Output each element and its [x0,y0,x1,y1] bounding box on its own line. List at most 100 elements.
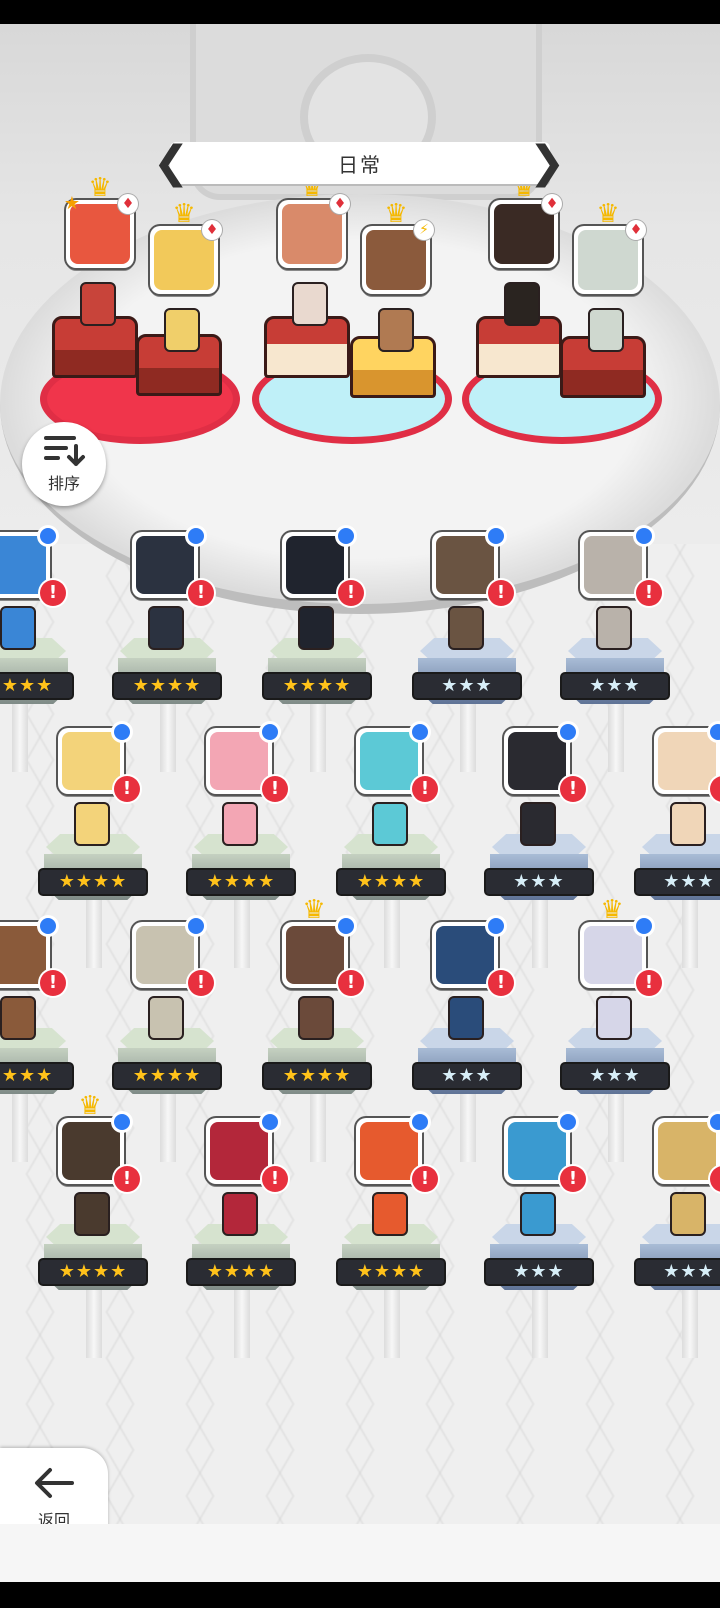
crown-icon: ♛ [596,199,620,229]
featured-hero-card[interactable]: ♛ ♦ [490,175,562,268]
featured-hero-card[interactable]: ♛ ♦ [574,201,646,294]
diamond-icon: ♦ [626,220,646,240]
stand-pole [532,1288,548,1358]
hero-slot[interactable]: ★★★★ ! [188,1114,298,1358]
hero-card[interactable]: ! [58,724,140,802]
hero-portrait [62,1122,120,1180]
prev-category-button[interactable]: ❮ [153,136,190,190]
hero-card[interactable]: ♛ ! [58,1093,140,1192]
hero-slot[interactable]: ★★★ ! [636,1114,720,1358]
hero-sprite [596,606,632,650]
hero-card[interactable]: ! [654,724,720,802]
diamond-icon: ♦ [202,220,222,240]
hero-slot[interactable]: ★★★ ♛ ! [562,897,672,1162]
featured-hero-card[interactable]: ♛ ♦ [278,175,350,268]
featured-hero-card[interactable]: ♛ ⚡ [362,201,434,294]
star-rating: ★★★★ [114,674,220,698]
hero-card[interactable]: ! [654,1114,720,1192]
hero-slot[interactable]: ★★★ ! [636,724,720,968]
star-rating: ★★★ [414,1064,520,1088]
hero-card[interactable]: ! [132,918,214,996]
star-rating: ★★★★ [188,870,294,894]
alert-icon: ! [338,970,364,996]
hero-portrait [658,1122,716,1180]
featured-hero-card[interactable]: ♛ ♦ [150,201,222,294]
hero-card[interactable]: ! [206,724,288,802]
new-indicator-dot [40,528,56,544]
hero-slot[interactable]: ★★★★ ! [40,724,150,968]
hero-card[interactable]: ! [504,1114,586,1192]
hero-slot[interactable]: ★★★★ ! [338,724,448,968]
hero-slot[interactable]: ★★★★ ! [114,528,224,772]
hero-card[interactable]: ! [132,528,214,606]
hero-sprite [298,996,334,1040]
next-category-button[interactable]: ❯ [529,136,566,190]
crown-icon: ♛ [78,1091,102,1121]
hero-portrait [494,204,554,264]
hero-sprite [670,1192,706,1236]
alert-icon: ! [560,1166,586,1192]
alert-icon: ! [188,580,214,606]
stand-pole [608,1092,624,1162]
alert-icon: ! [488,580,514,606]
featured-sprite-1 [80,282,116,326]
star-rating: ★★★★ [264,1064,370,1088]
status-bar [0,0,720,24]
star-rating: ★★★ [636,1260,720,1284]
stand-pole [384,898,400,968]
crown-icon: ♛ [172,199,196,229]
hero-sprite [222,1192,258,1236]
hero-portrait [286,926,344,984]
alert-icon: ! [412,1166,438,1192]
hero-slot[interactable]: ★★★ ! [562,528,672,772]
star-icon: ★ [63,193,81,214]
hero-sprite [0,606,36,650]
featured-sprite-3 [292,282,328,326]
hero-slot[interactable]: ★★★★ ! [0,918,76,1162]
hero-slot[interactable]: ★★★★ ! [338,1114,448,1358]
hero-sprite [148,606,184,650]
hero-card[interactable]: ! [580,528,662,606]
diamond-icon: ♦ [118,194,138,214]
hero-card[interactable]: ! [282,528,364,606]
hero-card[interactable]: ♛ ! [580,897,662,996]
hero-portrait [508,1122,566,1180]
hero-slot[interactable]: ★★★★ ♛ ! [40,1093,150,1358]
back-button[interactable]: 返回 [0,1448,108,1524]
hero-card[interactable]: ! [206,1114,288,1192]
alert-icon: ! [338,580,364,606]
crown-icon: ♛ [302,895,326,925]
crown-icon: ♛ [600,895,624,925]
hero-card[interactable]: ♛ ! [282,897,364,996]
hero-card[interactable]: ! [0,918,66,996]
hero-card[interactable]: ! [432,528,514,606]
hero-slot[interactable]: ★★★★ ♛ ! [264,897,374,1162]
hero-slot[interactable]: ★★★ ! [414,528,524,772]
hero-slot[interactable]: ★★★★ ! [264,528,374,772]
star-rating: ★★★★ [338,1260,444,1284]
new-indicator-dot [262,724,278,740]
new-indicator-dot [488,918,504,934]
hero-card[interactable]: ! [356,724,438,802]
hero-card[interactable]: ! [356,1114,438,1192]
hero-portrait [584,926,642,984]
sort-button[interactable]: 排序 [22,422,106,506]
new-indicator-dot [710,724,720,740]
star-rating: ★★★★ [114,1064,220,1088]
featured-hero-card[interactable]: ♛ ★ ♦ [64,175,138,268]
hero-slot[interactable]: ★★★ ! [414,918,524,1162]
hero-card[interactable]: ! [0,528,66,606]
hero-slot[interactable]: ★★★★ ! [188,724,298,968]
stand-pole [682,898,698,968]
hero-slot[interactable]: ★★★★ ! [0,528,76,772]
hero-slot[interactable]: ★★★ ! [486,1114,596,1358]
star-rating: ★★★ [486,870,592,894]
hero-card[interactable]: ! [432,918,514,996]
hero-card[interactable]: ! [504,724,586,802]
hero-sprite [74,1192,110,1236]
new-indicator-dot [40,918,56,934]
hero-portrait [360,732,418,790]
hero-portrait [436,926,494,984]
hero-slot[interactable]: ★★★★ ! [114,918,224,1162]
hero-slot[interactable]: ★★★ ! [486,724,596,968]
